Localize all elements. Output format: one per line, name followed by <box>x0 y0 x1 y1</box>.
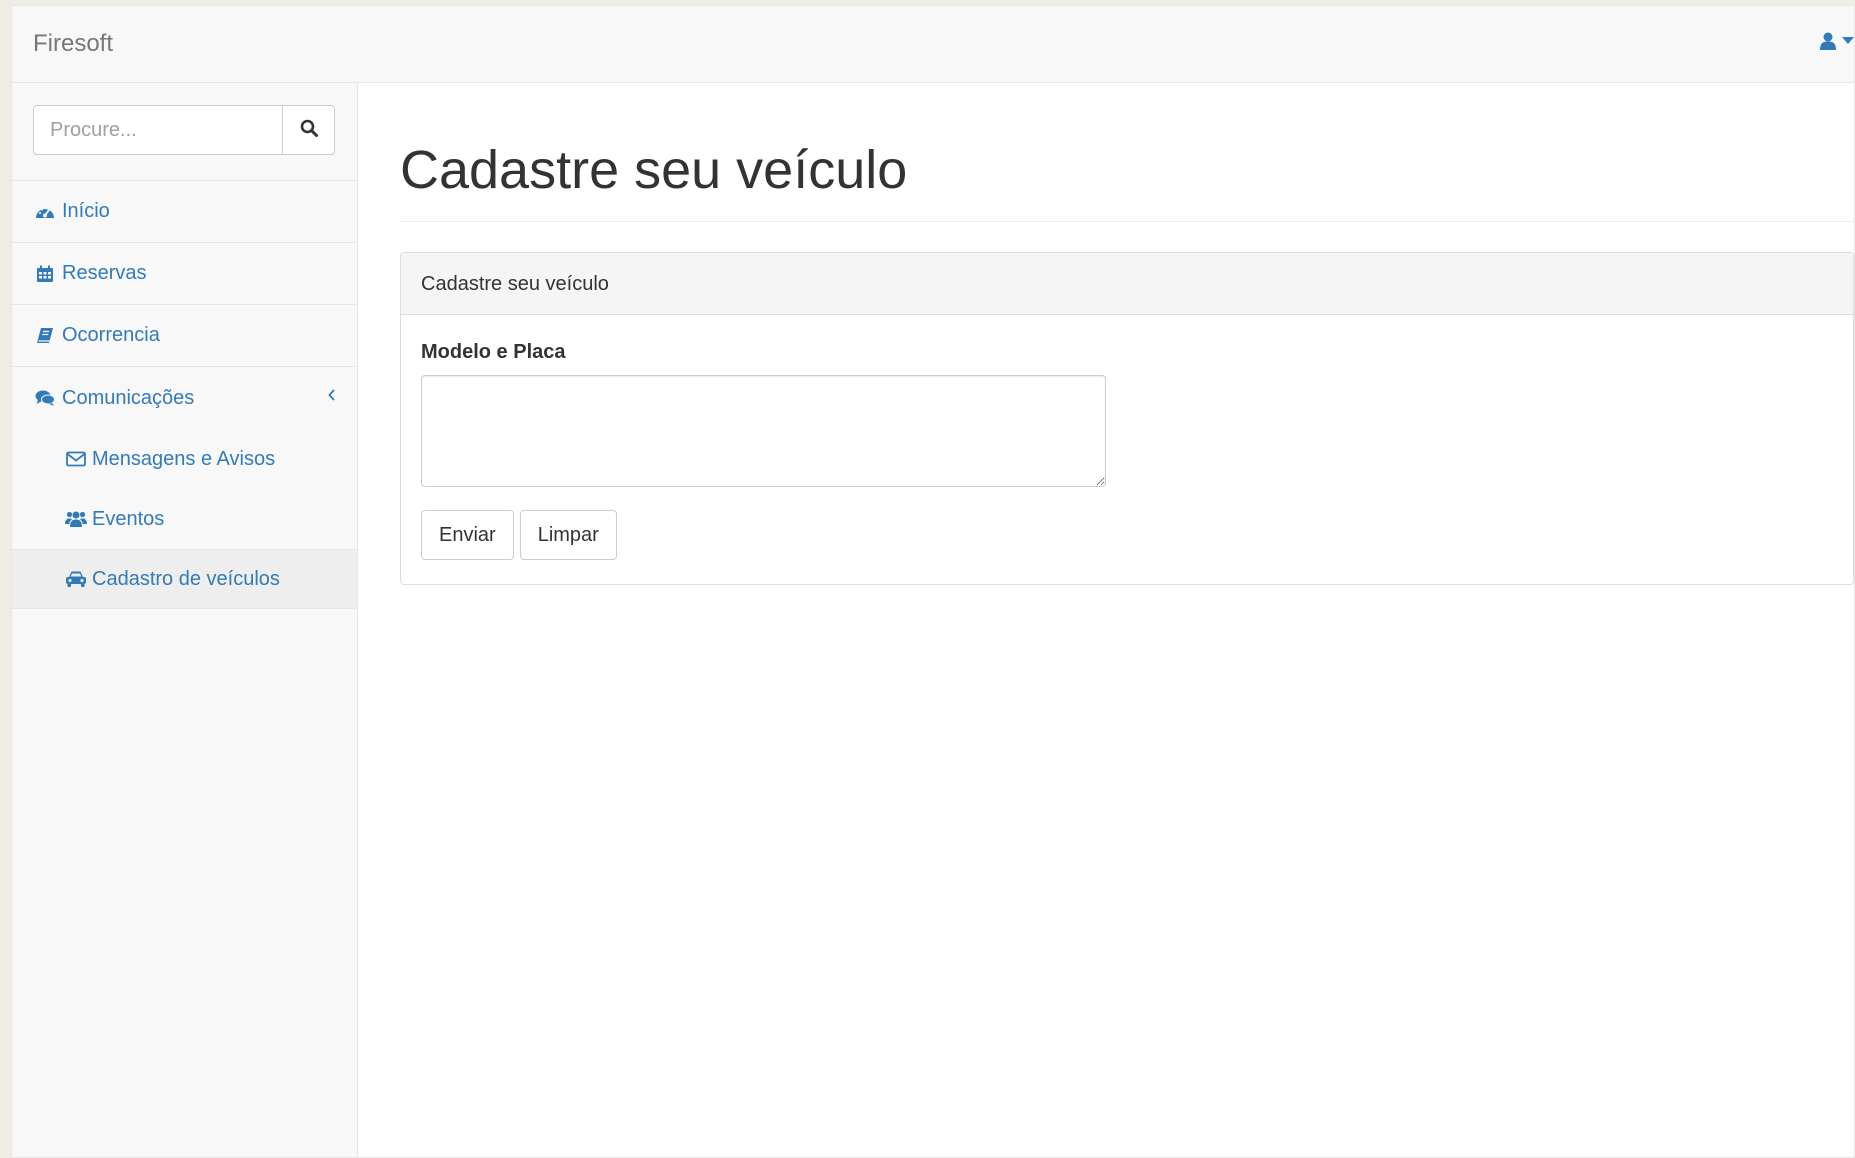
sidebar-item-label: Início <box>62 200 110 222</box>
sidebar-subitem-label: Eventos <box>92 507 165 530</box>
sidebar-subitem-eventos[interactable]: Eventos <box>12 489 357 549</box>
enviar-button[interactable]: Enviar <box>421 510 514 560</box>
page-title: Cadastre seu veículo <box>400 140 908 200</box>
sidebar-item-ocorrencia[interactable]: Ocorrencia <box>12 305 357 367</box>
limpar-button[interactable]: Limpar <box>519 510 617 560</box>
sidebar-subitem-label: Mensagens e Avisos <box>92 447 276 470</box>
book-icon <box>34 325 56 347</box>
sidebar-item-inicio[interactable]: Início <box>12 181 357 243</box>
app-window: Firesoft Início <box>11 5 1855 1158</box>
sidebar: Início Reservas Ocorrencia Comunicações <box>12 83 358 1157</box>
sidebar-item-reservas[interactable]: Reservas <box>12 243 357 305</box>
sidebar-item-label: Ocorrencia <box>62 324 160 346</box>
calendar-icon <box>34 263 56 285</box>
modelo-placa-textarea[interactable] <box>421 375 1106 487</box>
panel-heading: Cadastre seu veículo <box>401 253 1853 315</box>
comments-icon <box>34 387 56 409</box>
user-dropdown-toggle[interactable] <box>1820 32 1854 50</box>
envelope-icon <box>64 448 88 470</box>
sidebar-item-label: Comunicações <box>62 386 195 409</box>
user-icon <box>1820 32 1836 50</box>
sidebar-subitem-cadastro-veiculos[interactable]: Cadastro de veículos <box>12 549 357 609</box>
sidebar-search <box>12 83 357 181</box>
chevron-left-icon[interactable] <box>327 385 337 408</box>
users-icon <box>64 508 88 530</box>
main-content: Cadastre seu veículo Cadastre seu veícul… <box>358 83 1854 1157</box>
sidebar-item-comunicacoes[interactable]: Comunicações <box>12 367 357 429</box>
sidebar-subitem-label: Cadastro de veículos <box>92 567 280 590</box>
caret-down-icon <box>1842 37 1854 45</box>
search-icon <box>300 119 318 142</box>
page-header: Cadastre seu veículo <box>400 143 1854 222</box>
car-icon <box>64 568 88 590</box>
search-button[interactable] <box>282 105 335 155</box>
top-navbar: Firesoft <box>12 6 1854 83</box>
modelo-placa-label: Modelo e Placa <box>421 341 566 363</box>
search-input[interactable] <box>33 105 283 155</box>
dashboard-icon <box>34 201 56 223</box>
panel-body: Modelo e Placa Enviar Limpar <box>401 315 1853 586</box>
sidebar-subitem-mensagens[interactable]: Mensagens e Avisos <box>12 429 357 489</box>
vehicle-form-panel: Cadastre seu veículo Modelo e Placa Envi… <box>400 252 1854 585</box>
sidebar-item-label: Reservas <box>62 262 147 284</box>
brand-link[interactable]: Firesoft <box>33 30 113 58</box>
form-buttons: Enviar Limpar <box>421 510 1833 560</box>
